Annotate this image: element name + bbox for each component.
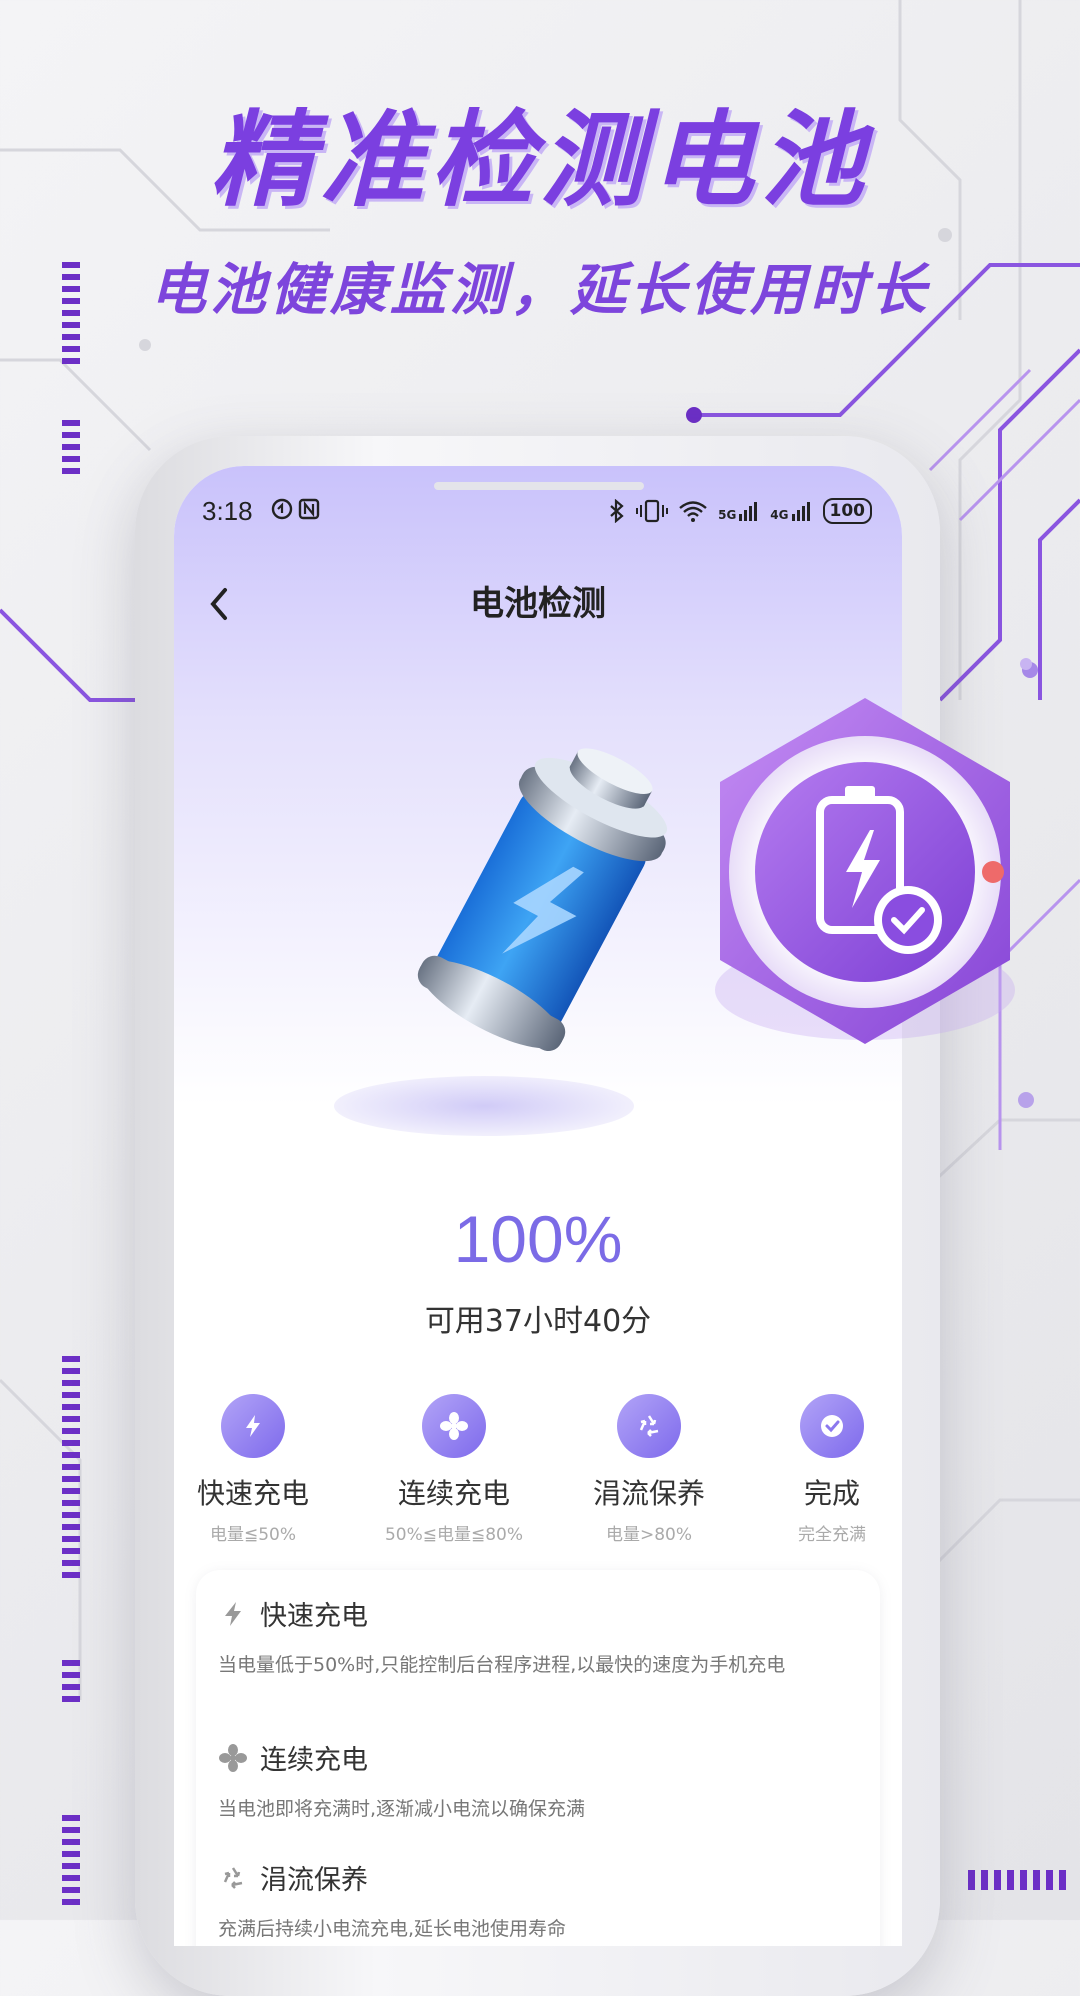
battery-percent: 100% xyxy=(453,1202,623,1276)
detail-title: 涓流保养 xyxy=(260,1865,368,1896)
nav-bar: 电池检测 xyxy=(174,574,902,634)
step-label: 完成 xyxy=(803,1477,860,1510)
vibrate-icon xyxy=(636,499,669,523)
page-title: 电池检测 xyxy=(470,584,606,624)
status-bar: 3:18 5G 4G 100 xyxy=(174,496,902,536)
decor-bars-left-bottom2 xyxy=(62,1815,80,1911)
decor-bars-left-lower xyxy=(62,1660,80,1708)
detail-title: 快速充电 xyxy=(260,1601,368,1632)
decor-bars-bottom-right xyxy=(968,1870,1066,1890)
recycle-icon xyxy=(639,1415,659,1437)
fan-icon xyxy=(440,1412,468,1440)
decor-bars-left-mid xyxy=(62,420,80,480)
check-icon xyxy=(821,1415,843,1437)
step-circle xyxy=(617,1394,681,1458)
step-sub: 电量≦50% xyxy=(209,1525,297,1545)
battery-glow xyxy=(334,1076,634,1136)
signal-4g-label: 4G xyxy=(770,508,789,522)
status-left-icons xyxy=(270,496,324,528)
step-trickle-maintenance: 涓流保养 电量>80% xyxy=(584,1394,714,1545)
signal-5g: 5G xyxy=(718,500,760,522)
detail-continuous-charge: 连续充电 当电池即将充满时,逐渐减小电流以确保充满 xyxy=(218,1738,858,1821)
wifi-icon xyxy=(679,501,707,522)
signal-5g-label: 5G xyxy=(718,508,737,522)
status-time: 3:18 xyxy=(202,496,253,526)
step-circle xyxy=(221,1394,285,1458)
detail-title: 连续充电 xyxy=(260,1745,368,1776)
status-battery: 100 xyxy=(822,498,872,524)
lightning-icon xyxy=(246,1415,260,1437)
charging-steps: 快速充电 电量≦50% 连续充电 50%≦电量≦80% 涓流保养 电量>80% … xyxy=(174,1394,902,1554)
battery-check-badge xyxy=(715,698,1015,1044)
bluetooth-icon xyxy=(610,499,624,523)
step-label: 连续充电 xyxy=(397,1477,510,1510)
decor-bars-left-top xyxy=(62,262,80,370)
step-sub: 完全充满 xyxy=(798,1525,866,1545)
detail-desc: 当电池即将充满时,逐渐减小电流以确保充满 xyxy=(218,1798,586,1820)
step-circle xyxy=(422,1394,486,1458)
promo-headline: 精准检测电池 xyxy=(209,99,870,221)
recycle-icon xyxy=(223,1866,243,1889)
step-fast-charge: 快速充电 电量≦50% xyxy=(188,1394,318,1545)
step-sub: 电量>80% xyxy=(605,1525,693,1545)
detail-trickle-maintenance: 涓流保养 充满后持续小电流充电,延长电池使用寿命 xyxy=(218,1858,858,1941)
detail-desc: 充满后持续小电流充电,延长电池使用寿命 xyxy=(218,1918,567,1940)
step-label: 涓流保养 xyxy=(592,1477,705,1510)
fan-icon xyxy=(219,1743,247,1772)
phone-screen: 3:18 5G 4G 100 电池检测 100% 可用37小时40分 快速充电 … xyxy=(174,466,902,1946)
lightning-icon xyxy=(225,1601,241,1626)
battery-remaining-time: 可用37小时40分 xyxy=(424,1304,652,1339)
signal-4g: 4G xyxy=(770,500,812,522)
detail-desc: 当电量低于50%时,只能控制后台程序进程,以最快的速度为手机充电 xyxy=(218,1654,786,1676)
promo-subheadline: 电池健康监测，延长使用时长 xyxy=(150,258,930,323)
step-sub: 50%≦电量≦80% xyxy=(384,1525,524,1545)
step-circle xyxy=(800,1394,864,1458)
phone-speaker xyxy=(434,482,644,490)
step-complete: 完成 完全充满 xyxy=(772,1394,892,1545)
status-right-icons: 5G 4G 100 xyxy=(608,498,872,524)
charging-details-card: 快速充电 当电量低于50%时,只能控制后台程序进程,以最快的速度为手机充电 连续… xyxy=(196,1570,880,1946)
notification-icons xyxy=(271,498,320,520)
step-continuous-charge: 连续充电 50%≦电量≦80% xyxy=(374,1394,534,1545)
detail-fast-charge: 快速充电 当电量低于50%时,只能控制后台程序进程,以最快的速度为手机充电 xyxy=(218,1594,858,1677)
signal-bars-icon xyxy=(791,502,810,521)
decor-bars-left-bottom xyxy=(62,1356,80,1584)
signal-bars-icon xyxy=(739,502,758,521)
step-label: 快速充电 xyxy=(196,1477,309,1510)
